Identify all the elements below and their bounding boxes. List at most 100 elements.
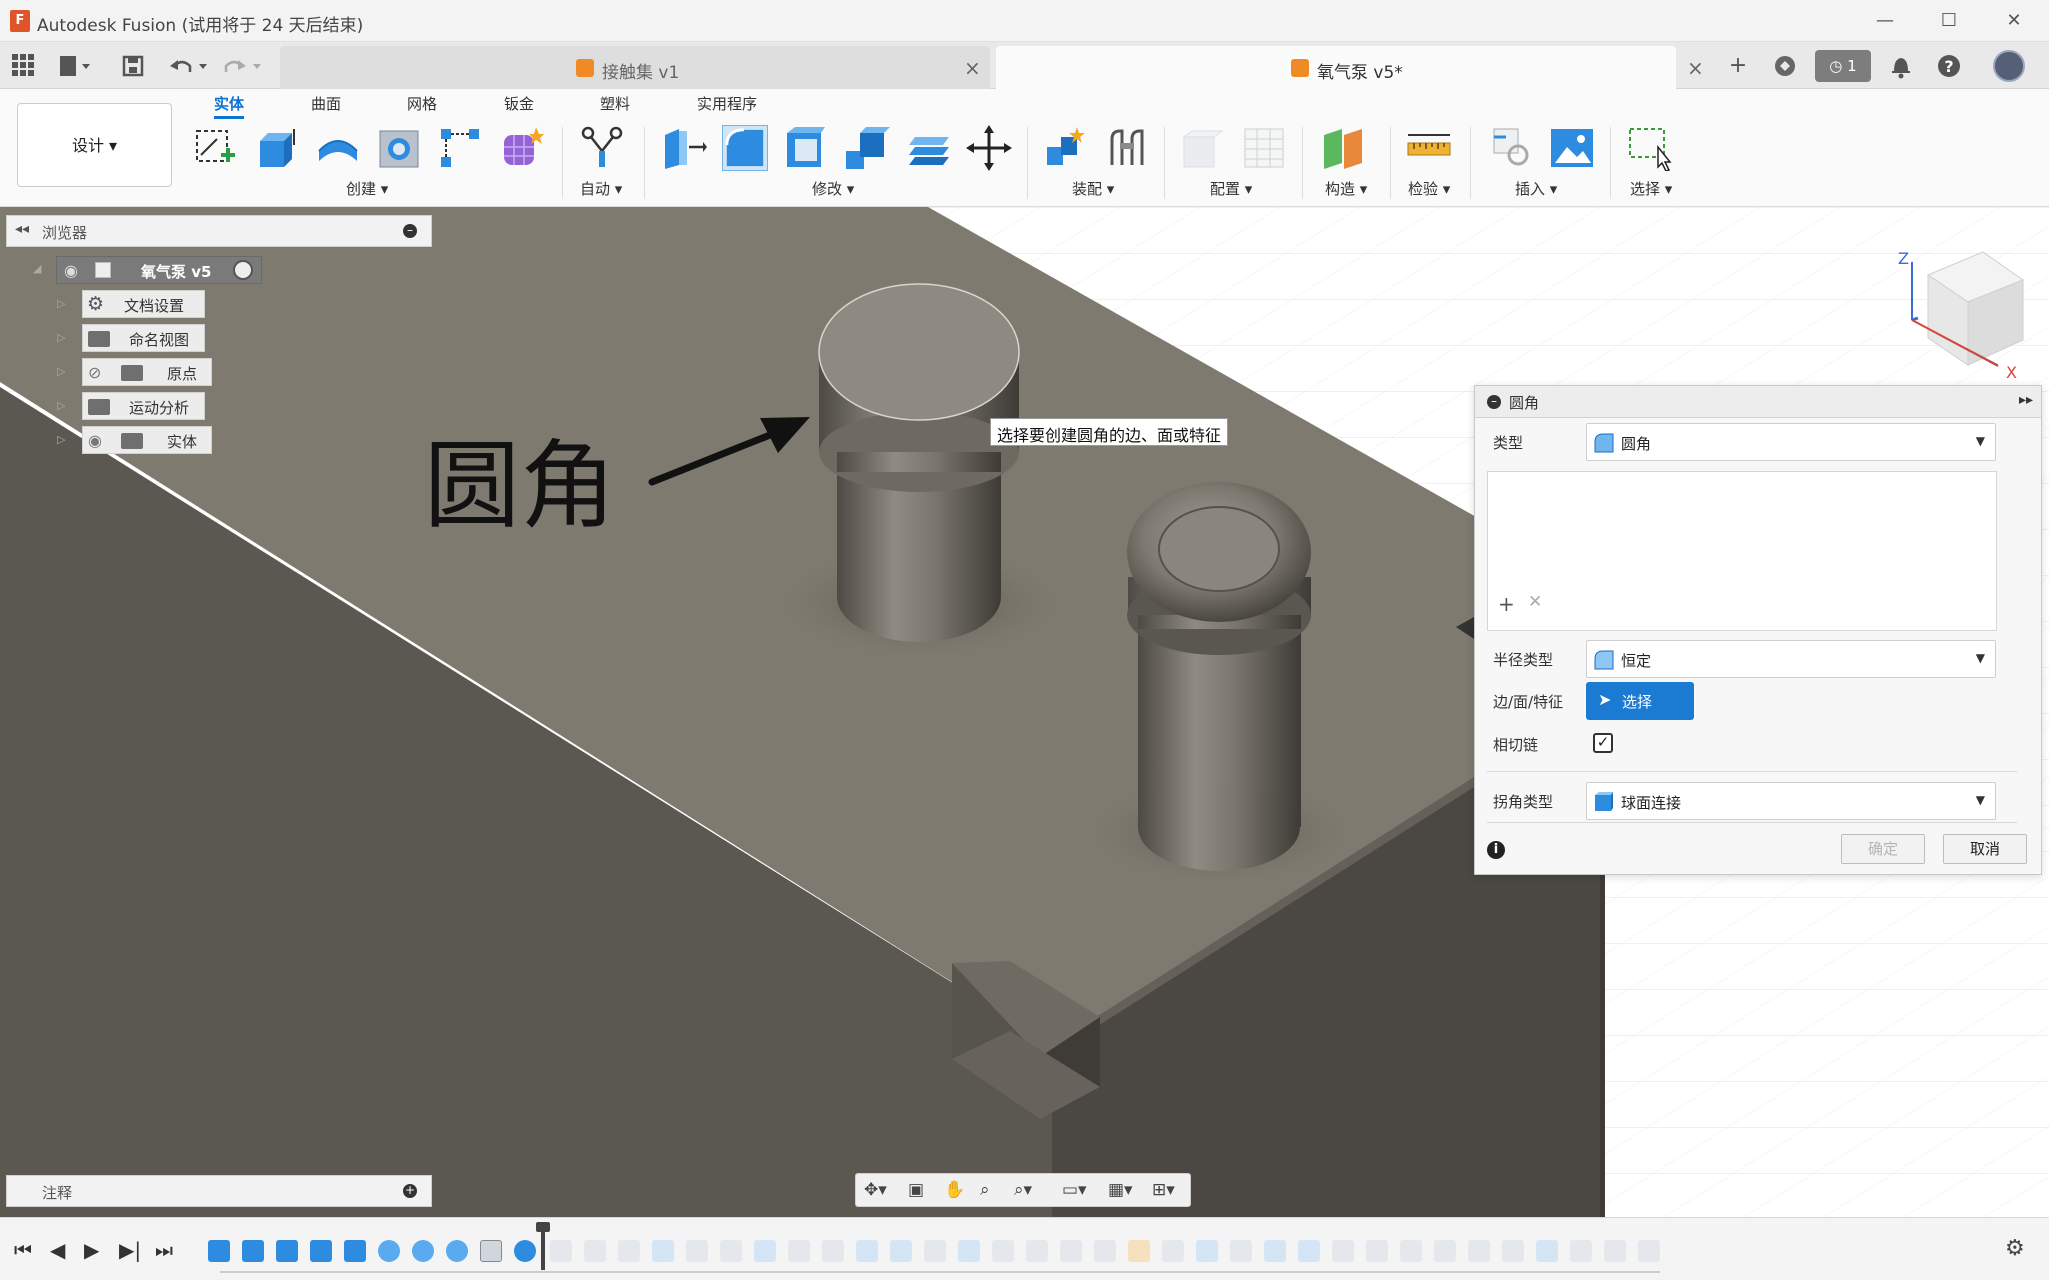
timeline-feature-icon[interactable] <box>208 1240 230 1262</box>
workspace-switcher[interactable]: 设计 ▾ <box>17 103 172 187</box>
automate-group-label[interactable]: 自动 ▾ <box>580 178 622 199</box>
browser-pin-icon[interactable]: – <box>403 224 417 238</box>
file-menu-icon[interactable] <box>58 54 94 78</box>
create-group-label[interactable]: 创建 ▾ <box>346 178 388 199</box>
add-set-icon[interactable]: + <box>1498 592 1515 616</box>
timeline-feature-icon[interactable] <box>1060 1240 1082 1262</box>
expand-icon[interactable]: ▷ <box>57 331 65 344</box>
job-status-badge[interactable]: ◷ 1 <box>1815 50 1871 82</box>
timeline-next-icon[interactable]: ▶| <box>119 1238 141 1262</box>
fit-zoom-icon[interactable]: ⌕▾ <box>1014 1180 1032 1200</box>
timeline-feature-icon[interactable] <box>1434 1240 1456 1262</box>
tab-contact-set[interactable]: 接触集 v1 × <box>280 46 990 89</box>
close-tab-icon[interactable]: × <box>964 56 981 80</box>
create-sketch-icon[interactable] <box>193 125 239 171</box>
browser-item-origin[interactable]: ⊘ 原点 <box>82 358 212 386</box>
visibility-eye-icon[interactable]: ◉ <box>64 261 78 280</box>
timeline-feature-icon[interactable] <box>276 1240 298 1262</box>
minimize-button[interactable]: — <box>1870 8 1900 34</box>
form-icon[interactable] <box>498 125 544 171</box>
timeline-feature-icon[interactable] <box>310 1240 332 1262</box>
expand-icon[interactable]: ▷ <box>57 433 65 446</box>
expand-icon[interactable]: ▷ <box>57 297 65 310</box>
timeline-feature-icon[interactable] <box>1536 1240 1558 1262</box>
browser-item-bodies[interactable]: ◉ 实体 <box>82 426 212 454</box>
browser-item-document-settings[interactable]: ⚙ 文档设置 <box>82 290 205 318</box>
select-group-label[interactable]: 选择 ▾ <box>1630 178 1672 199</box>
select-icon[interactable] <box>1626 125 1672 171</box>
timeline-feature-icon[interactable] <box>344 1240 366 1262</box>
press-pull-icon[interactable] <box>661 125 707 171</box>
timeline-feature-icon[interactable] <box>1298 1240 1320 1262</box>
new-component-icon[interactable] <box>1043 125 1089 171</box>
type-select[interactable]: 圆角 ▼ <box>1586 423 1996 461</box>
extrude-icon[interactable] <box>254 125 300 171</box>
tab-utilities[interactable]: 实用程序 <box>697 93 757 114</box>
expand-dialog-icon[interactable]: ▸▸ <box>2019 392 2033 408</box>
info-icon[interactable]: i <box>1487 841 1505 859</box>
timeline-feature-icon[interactable] <box>1638 1240 1660 1262</box>
configure-group-label[interactable]: 配置 ▾ <box>1210 178 1252 199</box>
hidden-eye-icon[interactable]: ⊘ <box>88 363 101 382</box>
timeline-prev-icon[interactable]: ◀ <box>50 1238 65 1262</box>
ok-button[interactable]: 确定 <box>1841 834 1925 864</box>
save-icon[interactable] <box>121 54 145 78</box>
pan-hand-icon[interactable]: ✋ <box>944 1180 965 1200</box>
timeline-feature-icon[interactable] <box>720 1240 742 1262</box>
edge-set-list[interactable]: + ✕ <box>1487 471 1997 631</box>
timeline-feature-icon[interactable] <box>754 1240 776 1262</box>
timeline-play-icon[interactable]: ▶ <box>84 1238 99 1262</box>
timeline-feature-icon[interactable] <box>1366 1240 1388 1262</box>
redo-icon[interactable] <box>222 54 266 78</box>
modify-group-label[interactable]: 修改 ▾ <box>812 178 854 199</box>
timeline-start-icon[interactable]: ⏮ <box>14 1238 32 1262</box>
tab-plastic[interactable]: 塑料 <box>600 93 630 114</box>
close-tab-icon[interactable]: × <box>1687 56 1704 80</box>
offset-plane-icon[interactable] <box>1320 125 1366 171</box>
timeline-feature-icon[interactable] <box>618 1240 640 1262</box>
user-avatar[interactable] <box>1993 50 2025 82</box>
timeline-feature-icon[interactable] <box>1502 1240 1524 1262</box>
display-settings-icon[interactable]: ▭▾ <box>1062 1180 1087 1200</box>
timeline-feature-icon[interactable] <box>1196 1240 1218 1262</box>
inspect-group-label[interactable]: 检验 ▾ <box>1408 178 1450 199</box>
collapse-browser-icon[interactable]: ◂◂ <box>15 221 29 237</box>
timeline-feature-icon[interactable] <box>480 1240 502 1262</box>
collapse-dialog-icon[interactable]: – <box>1487 395 1501 409</box>
expand-root-icon[interactable]: ◢ <box>33 262 41 275</box>
timeline-feature-icon[interactable] <box>958 1240 980 1262</box>
combine-icon[interactable] <box>844 125 890 171</box>
activate-radio-icon[interactable] <box>233 260 253 280</box>
look-at-icon[interactable]: ▣ <box>908 1180 924 1200</box>
timeline-feature-icon[interactable] <box>412 1240 434 1262</box>
notifications-bell-icon[interactable] <box>1884 50 1918 82</box>
insert-group-label[interactable]: 插入 ▾ <box>1515 178 1557 199</box>
timeline-feature-icon[interactable] <box>1570 1240 1592 1262</box>
timeline-feature-icon[interactable] <box>992 1240 1014 1262</box>
data-panel-grid-icon[interactable] <box>12 54 34 76</box>
timeline-feature-icon[interactable] <box>788 1240 810 1262</box>
undo-icon[interactable] <box>168 54 212 78</box>
timeline-feature-icon[interactable] <box>1230 1240 1252 1262</box>
tab-surface[interactable]: 曲面 <box>311 93 341 114</box>
offset-face-icon[interactable] <box>905 125 951 171</box>
timeline-feature-icon[interactable] <box>1468 1240 1490 1262</box>
expand-icon[interactable]: ▷ <box>57 365 65 378</box>
timeline-feature-icon[interactable] <box>924 1240 946 1262</box>
joint-icon[interactable] <box>1104 125 1150 171</box>
hole-icon[interactable] <box>376 125 422 171</box>
extensions-icon[interactable] <box>1768 50 1802 82</box>
timeline-feature-icon[interactable] <box>890 1240 912 1262</box>
radius-type-select[interactable]: 恒定 ▼ <box>1586 640 1996 678</box>
revolve-icon[interactable] <box>315 125 361 171</box>
cancel-button[interactable]: 取消 <box>1943 834 2027 864</box>
timeline-settings-gear-icon[interactable]: ⚙ <box>2005 1236 2025 1261</box>
timeline-feature-icon[interactable] <box>1094 1240 1116 1262</box>
timeline-feature-icon[interactable] <box>856 1240 878 1262</box>
edge-select-button[interactable]: ➤ 选择 <box>1586 682 1694 720</box>
timeline-feature-icon[interactable] <box>584 1240 606 1262</box>
tangent-chain-checkbox[interactable]: ✓ <box>1593 733 1613 753</box>
maximize-button[interactable]: ☐ <box>1934 8 1964 34</box>
visibility-eye-icon[interactable]: ◉ <box>88 431 102 450</box>
tab-solid[interactable]: 实体 <box>214 93 245 119</box>
